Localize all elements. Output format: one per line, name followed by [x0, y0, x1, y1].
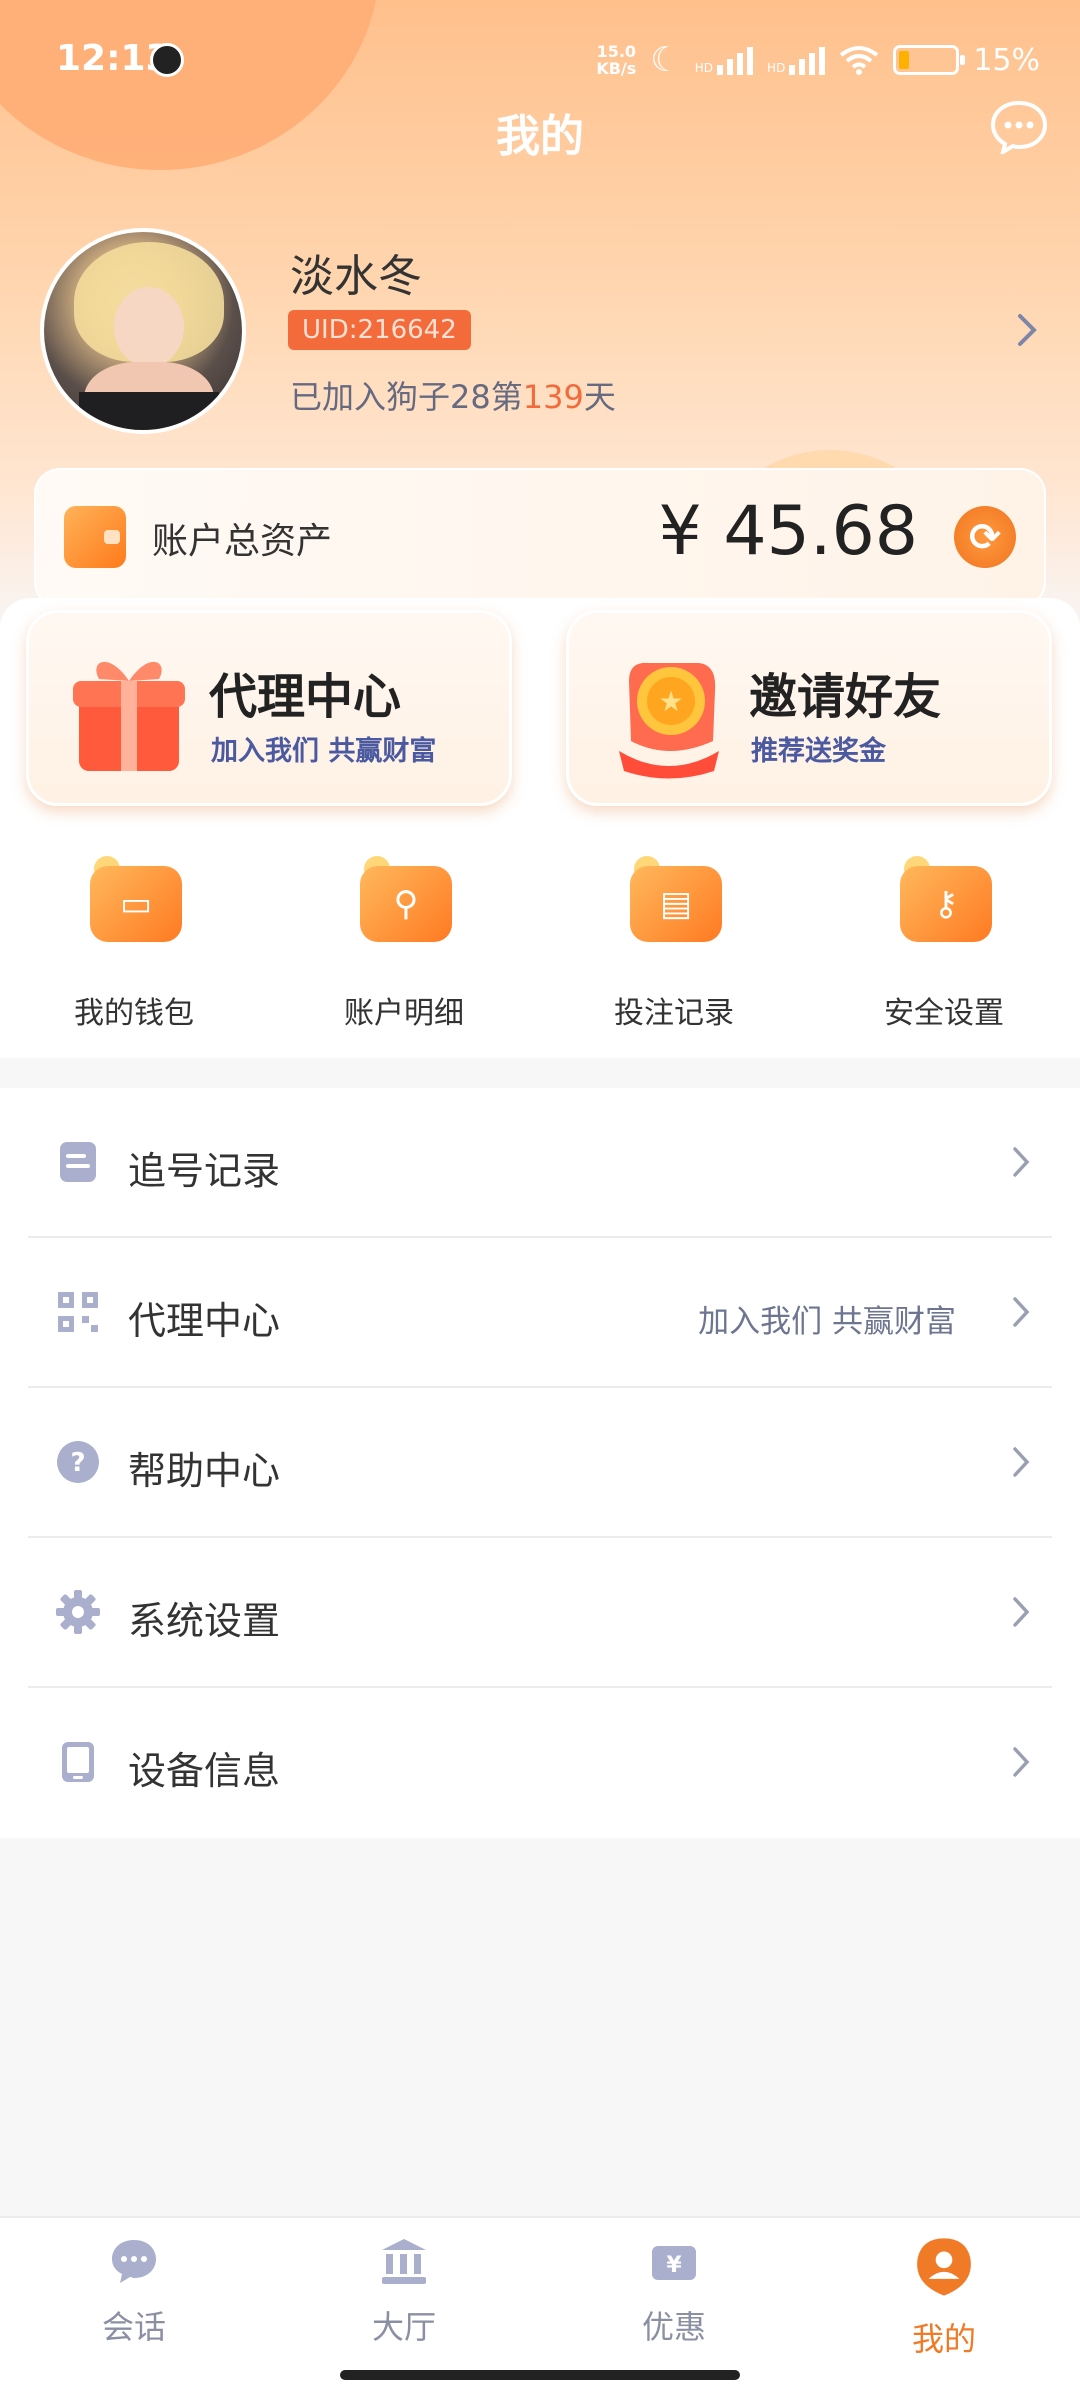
avatar[interactable] — [40, 228, 246, 434]
key-icon: ⚷ — [894, 856, 994, 946]
menu-item-device-info[interactable]: 设备信息 — [28, 1688, 1052, 1838]
user-icon — [917, 2238, 971, 2296]
signal-icon: HD — [767, 45, 826, 75]
device-icon — [62, 1742, 94, 1782]
username: 淡水冬 — [290, 251, 422, 302]
signal-icon: HD — [695, 45, 754, 75]
battery-icon — [893, 45, 966, 75]
moon-icon: ☾ — [650, 40, 681, 80]
chat-bubble-icon[interactable] — [990, 100, 1048, 154]
menu-item-agent-center[interactable]: 代理中心 加入我们 共赢财富 — [28, 1238, 1052, 1388]
promo-subtitle: 推荐送奖金 — [751, 736, 886, 767]
joined-info: 已加入狗子28第139天 — [290, 378, 616, 416]
svg-text:?: ? — [70, 1448, 85, 1478]
asset-card: 账户总资产 ¥ 45.68 ⟳ — [34, 468, 1046, 608]
bank-icon — [382, 2239, 426, 2284]
chevron-right-icon — [1013, 1147, 1030, 1177]
coin-hand-icon: ★ — [619, 662, 719, 779]
promo-agent-center[interactable]: 代理中心 加入我们 共赢财富 — [26, 610, 512, 806]
quick-action-bet-records[interactable]: ▤ 投注记录 — [574, 856, 774, 1031]
qr-code-icon — [58, 1292, 98, 1332]
gift-icon — [73, 661, 185, 771]
menu-item-chase-records[interactable]: 追号记录 — [28, 1088, 1052, 1238]
menu-item-help-center[interactable]: ? 帮助中心 — [28, 1388, 1052, 1538]
menu-item-system-settings[interactable]: 系统设置 — [28, 1538, 1052, 1688]
help-icon: ? — [57, 1441, 99, 1483]
home-indicator[interactable] — [340, 2370, 740, 2380]
joined-days: 139 — [522, 378, 584, 416]
chevron-right-icon[interactable] — [1016, 312, 1040, 348]
nav-hall[interactable]: 大厅 — [304, 2236, 504, 2348]
svg-text:★: ★ — [658, 685, 683, 718]
promo-title: 邀请好友 — [749, 669, 942, 725]
battery-percent: 15% — [973, 42, 1040, 78]
quick-action-account-details[interactable]: ⚲ 账户明细 — [304, 856, 504, 1031]
nav-promotions[interactable]: ¥ 优惠 — [574, 2236, 774, 2348]
svg-text:¥: ¥ — [666, 2253, 682, 2278]
status-indicators: 15.0 KB/s ☾ HD HD 15% — [596, 40, 1040, 80]
refresh-icon[interactable]: ⟳ — [954, 506, 1016, 568]
asset-amount: ¥ 45.68 — [658, 492, 918, 571]
asset-label: 账户总资产 — [152, 521, 333, 562]
uid-badge: UID:216642 — [288, 310, 471, 350]
quick-action-wallet[interactable]: ▭ 我的钱包 — [34, 856, 234, 1031]
chevron-right-icon — [1013, 1297, 1030, 1327]
nav-mine[interactable]: 我的 — [844, 2236, 1044, 2360]
chevron-right-icon — [1013, 1597, 1030, 1627]
clipboard-icon — [60, 1142, 96, 1182]
promo-title: 代理中心 — [209, 669, 402, 725]
wallet-icon: ▭ — [84, 856, 184, 946]
record-icon: ▤ — [624, 856, 724, 946]
promo-invite-friends[interactable]: ★ 邀请好友 推荐送奖金 — [566, 610, 1052, 806]
clock-app-icon — [150, 43, 184, 77]
chevron-right-icon — [1013, 1747, 1030, 1777]
gear-icon — [56, 1590, 100, 1634]
network-speed: 15.0 KB/s — [596, 42, 637, 78]
wallet-icon — [64, 506, 126, 568]
settings-menu: 追号记录 代理中心 加入我们 共赢财富 ? 帮助中心 系统设置 设备信息 — [0, 1088, 1080, 1838]
nav-chat[interactable]: 会话 — [34, 2236, 234, 2348]
chevron-right-icon — [1013, 1447, 1030, 1477]
yen-ticket-icon: ¥ — [652, 2246, 696, 2280]
wifi-icon — [840, 46, 879, 75]
page-title: 我的 — [496, 111, 584, 162]
quick-action-security[interactable]: ⚷ 安全设置 — [844, 856, 1044, 1031]
chat-icon — [112, 2240, 156, 2283]
promo-subtitle: 加入我们 共赢财富 — [211, 736, 437, 767]
magnifier-icon: ⚲ — [354, 856, 454, 946]
